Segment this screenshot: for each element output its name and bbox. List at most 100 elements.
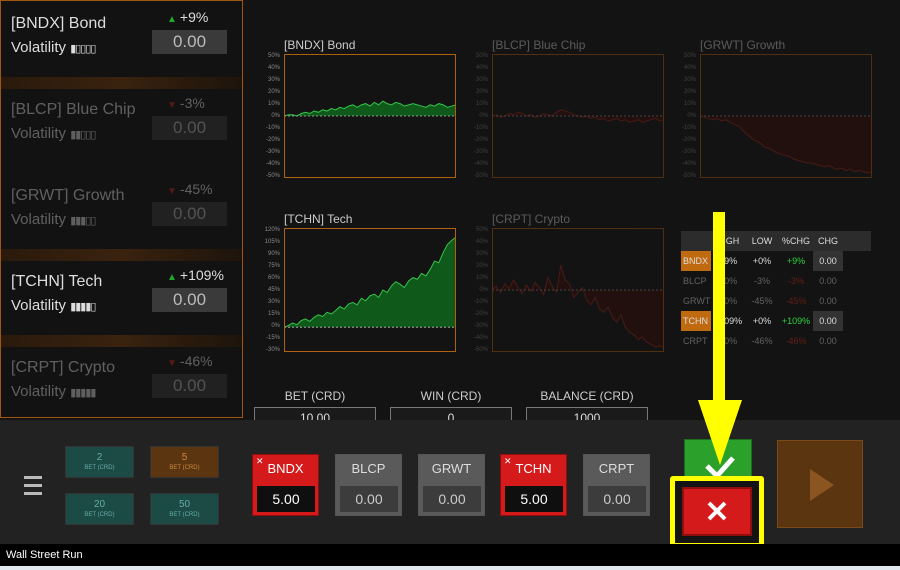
y-tick-label: 45%	[267, 287, 280, 293]
y-tick-label: 10%	[683, 101, 696, 107]
y-tick-label: -40%	[473, 335, 488, 341]
y-tick-label: -30%	[473, 323, 488, 329]
up-arrow-icon: ▲	[167, 14, 177, 25]
bottom-stripe	[0, 566, 900, 570]
stock-change: ▼ -45%	[167, 181, 213, 197]
y-tick-label: -40%	[473, 161, 488, 167]
y-tick-label: -15%	[265, 335, 280, 341]
menu-icon[interactable]	[24, 476, 42, 496]
pointer-arrow-icon	[698, 212, 742, 465]
y-tick-label: 10%	[475, 275, 488, 281]
down-arrow-icon: ▼	[167, 358, 177, 369]
stock-item-tchn[interactable]: [TCHN] Tech Volatility ▮▮▮▮▯ ▲ +109% 0.00	[1, 259, 242, 345]
y-tick-label: 120%	[264, 227, 280, 233]
y-tick-label: -50%	[265, 173, 280, 179]
y-tick-label: -20%	[265, 137, 280, 143]
chart-frame	[284, 54, 456, 178]
volatility-bars: ▮▮▮▮▮	[70, 386, 96, 399]
y-tick-label: -30%	[265, 149, 280, 155]
y-tick-label: 40%	[267, 65, 280, 71]
chart-title: [BNDX] Bond	[284, 38, 356, 52]
stock-change: ▼ -3%	[167, 95, 205, 111]
volatility: Volatility ▮▮▮▮▯	[11, 297, 96, 314]
chip-50[interactable]: 50 BET (CRD)	[150, 493, 219, 525]
y-tick-label: 105%	[264, 239, 280, 245]
stock-button-crpt[interactable]: CRPT 0.00	[583, 454, 650, 516]
header-chg: CHG	[818, 236, 838, 246]
y-tick-label: 50%	[683, 53, 696, 59]
chip-5[interactable]: 5 BET (CRD)	[150, 446, 219, 478]
header-low: LOW	[751, 236, 773, 246]
volatility-bars: ▮▯▯▯▯	[70, 42, 96, 55]
chip-20[interactable]: 20 BET (CRD)	[65, 493, 134, 525]
y-tick-label: 0%	[271, 323, 280, 329]
status-bar: Wall Street Run	[0, 544, 900, 566]
volatility: Volatility ▮▯▯▯▯	[11, 39, 96, 56]
stock-name: [BNDX] Bond	[11, 15, 107, 32]
stock-list-panel: [BNDX] Bond Volatility ▮▯▯▯▯ ▲ +9% 0.00 […	[0, 0, 243, 418]
volatility-bars: ▮▮▮▮▯	[70, 300, 96, 313]
chart-title: [CRPT] Crypto	[492, 212, 571, 226]
y-tick-label: -30%	[473, 149, 488, 155]
y-tick-label: -20%	[473, 137, 488, 143]
y-tick-label: -10%	[681, 125, 696, 131]
stock-value: 0.00	[152, 116, 227, 140]
app-title: Wall Street Run	[6, 549, 83, 561]
stock-button-bndx[interactable]: ✕ BNDX 5.00	[252, 454, 319, 516]
y-tick-label: -30%	[265, 347, 280, 353]
y-tick-label: 50%	[475, 227, 488, 233]
stock-item-grwt[interactable]: [GRWT] Growth Volatility ▮▮▮▯▯ ▼ -45% 0.0…	[1, 173, 242, 259]
volatility: Volatility ▮▮▯▯▯	[11, 125, 96, 142]
chart-frame	[492, 228, 664, 352]
chart-title: [GRWT] Growth	[700, 38, 786, 52]
volatility: Volatility ▮▮▮▮▮	[11, 383, 96, 400]
y-tick-label: 50%	[267, 53, 280, 59]
stock-item-bndx[interactable]: [BNDX] Bond Volatility ▮▯▯▯▯ ▲ +9% 0.00	[1, 1, 242, 87]
y-tick-label: 0%	[479, 287, 488, 293]
y-tick-label: -50%	[473, 347, 488, 353]
y-tick-label: -20%	[681, 137, 696, 143]
stock-item-crpt[interactable]: [CRPT] Crypto Volatility ▮▮▮▮▮ ▼ -46% 0.0…	[1, 345, 242, 431]
stock-change: ▼ -46%	[167, 353, 213, 369]
y-tick-label: 0%	[479, 113, 488, 119]
y-tick-label: -20%	[473, 311, 488, 317]
y-tick-label: 30%	[475, 251, 488, 257]
y-tick-label: 10%	[267, 101, 280, 107]
stock-name: [CRPT] Crypto	[11, 359, 116, 376]
stock-item-blcp[interactable]: [BLCP] Blue Chip Volatility ▮▮▯▯▯ ▼ -3% 0…	[1, 87, 242, 173]
y-tick-label: 60%	[267, 275, 280, 281]
stock-change: ▲ +9%	[167, 9, 209, 25]
stock-value: 0.00	[152, 288, 227, 312]
play-icon	[810, 469, 834, 501]
y-tick-label: 10%	[475, 101, 488, 107]
y-tick-label: 15%	[267, 311, 280, 317]
y-tick-label: 50%	[475, 53, 488, 59]
y-tick-label: -40%	[265, 161, 280, 167]
chart-title: [TCHN] Tech	[284, 212, 353, 226]
down-arrow-icon: ▼	[167, 186, 177, 197]
stock-name: [TCHN] Tech	[11, 273, 103, 290]
y-tick-label: 20%	[683, 89, 696, 95]
y-tick-label: -50%	[473, 173, 488, 179]
y-tick-label: 40%	[475, 239, 488, 245]
chart-frame	[284, 228, 456, 352]
bottom-control-bar: 2 BET (CRD) 5 BET (CRD) 20 BET (CRD) 50 BET …	[0, 420, 900, 544]
stock-button-tchn[interactable]: ✕ TCHN 5.00	[500, 454, 567, 516]
chart-frame	[700, 54, 872, 178]
y-tick-label: -10%	[265, 125, 280, 131]
volatility: Volatility ▮▮▮▯▯	[11, 211, 96, 228]
header-pchg: %CHG	[781, 236, 810, 246]
y-tick-label: -10%	[473, 125, 488, 131]
stock-name: [GRWT] Growth	[11, 187, 125, 204]
stock-button-grwt[interactable]: GRWT 0.00	[418, 454, 485, 516]
y-tick-label: -30%	[681, 149, 696, 155]
stock-value: 0.00	[152, 374, 227, 398]
balance-label: BALANCE (CRD)	[540, 389, 634, 403]
play-button[interactable]	[777, 440, 863, 528]
y-tick-label: 30%	[267, 77, 280, 83]
cancel-button[interactable]	[682, 487, 752, 536]
stock-button-blcp[interactable]: BLCP 0.00	[335, 454, 402, 516]
chip-2[interactable]: 2 BET (CRD)	[65, 446, 134, 478]
y-tick-label: 30%	[475, 77, 488, 83]
down-arrow-icon: ▼	[167, 100, 177, 111]
